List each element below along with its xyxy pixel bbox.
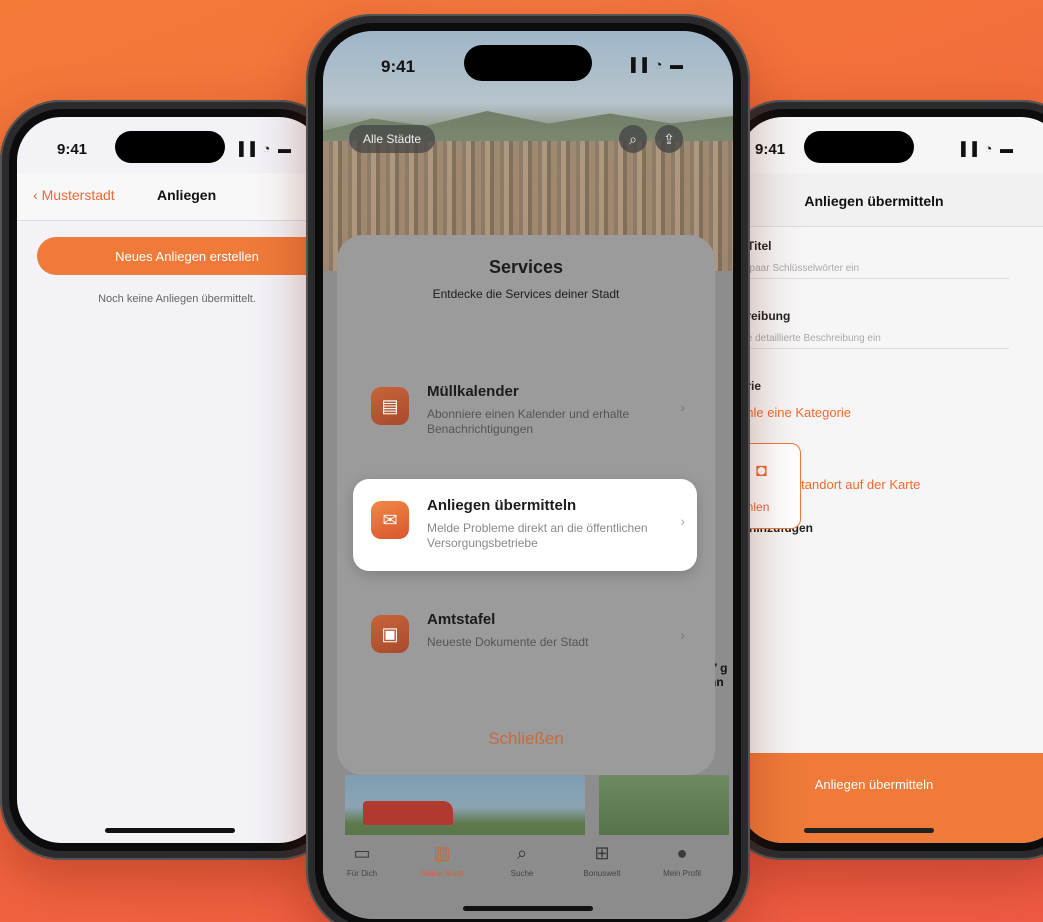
dynamic-island <box>464 45 592 81</box>
megaphone-icon: ✉ <box>371 501 409 539</box>
home-indicator <box>463 906 593 911</box>
status-icons: ▐▐ ◔ ▬ <box>234 141 293 156</box>
sheet-title: Services <box>488 257 564 277</box>
home-indicator <box>804 828 934 833</box>
phone-center-bezel: 9:41 ▐▐ ◔ ▬ Alle Städte ⌕ ⇪ r’ g nn Serv… <box>315 23 741 922</box>
chevron-left-icon: ‹ <box>33 187 42 203</box>
profile-icon: ● <box>676 843 688 863</box>
gift-icon: ⊞ <box>594 843 610 863</box>
service-item-anliegen[interactable]: ✉ Anliegen übermitteln Melde Probleme di… <box>353 479 697 571</box>
chevron-right-icon: › <box>680 513 685 529</box>
category-select[interactable]: ähle eine Kategorie <box>739 405 851 420</box>
tab-bonuswelt[interactable]: ⊞ Bonuswelt <box>567 843 637 878</box>
phone-right-screen: 9:41 ▐▐ ◔ ▬ Anliegen übermitteln r Titel… <box>739 117 1043 843</box>
submit-label: Anliegen übermitteln <box>814 777 934 792</box>
briefcase-icon: ▣ <box>371 615 409 653</box>
tab-label: Mein Profil <box>663 869 701 878</box>
phone-center: 9:41 ▐▐ ◔ ▬ Alle Städte ⌕ ⇪ r’ g nn Serv… <box>306 14 750 922</box>
phone-left-bezel: 9:41 ▐▐ ◔ ▬ ‹ Musterstadt Anliegen Neues… <box>9 109 331 851</box>
service-title: Müllkalender <box>427 383 519 400</box>
services-sheet: Services Entdecke die Services deiner St… <box>337 235 715 775</box>
status-time: 9:41 <box>57 141 88 158</box>
tab-fuer-dich[interactable]: ▭ Für Dich <box>327 843 397 878</box>
service-item-amtstafel[interactable]: ▣ Amtstafel Neueste Dokumente der Stadt … <box>353 593 697 685</box>
close-button[interactable]: Schließen <box>337 729 715 749</box>
status-time: 9:41 <box>755 141 786 158</box>
dynamic-island <box>115 131 225 163</box>
description-input[interactable]: ine detaillierte Beschreibung ein <box>739 333 1009 349</box>
city-icon: ▥ <box>433 843 451 863</box>
empty-state-text: Noch keine Anliegen übermittelt. <box>98 293 256 305</box>
search-button[interactable]: ⌕ <box>619 125 647 153</box>
chevron-right-icon: › <box>680 627 685 643</box>
tab-label: Meine Stadt <box>420 869 464 878</box>
phone-left: 9:41 ▐▐ ◔ ▬ ‹ Musterstadt Anliegen Neues… <box>0 100 340 860</box>
search-icon: ⌕ <box>516 843 528 863</box>
status-icons: ▐▐ ◔ ▬ <box>956 141 1015 156</box>
service-title: Anliegen übermitteln <box>427 497 577 514</box>
tab-label: Für Dich <box>346 869 378 878</box>
tab-label: Bonuswelt <box>583 869 621 878</box>
camera-icon: ◘ <box>756 460 767 480</box>
sheet-subtitle: Entdecke die Services deiner Stadt <box>432 287 620 301</box>
inbox-icon: ▭ <box>353 843 371 863</box>
status-icons: ▐▐ ◔ ▬ <box>626 57 685 72</box>
page-title: Anliegen übermitteln <box>804 193 944 209</box>
back-label: Musterstadt <box>41 187 115 203</box>
service-description: Melde Probleme direkt an die öffentliche… <box>427 521 648 550</box>
home-indicator <box>105 828 235 833</box>
trash-calendar-icon: ▤ <box>371 387 409 425</box>
status-time: 9:41 <box>381 57 416 76</box>
tab-mein-profil[interactable]: ● Mein Profil <box>647 843 717 878</box>
nav-bar: Anliegen übermitteln <box>739 173 1043 227</box>
page-title: Anliegen <box>157 187 217 203</box>
tab-meine-stadt[interactable]: ▥ Meine Stadt <box>407 843 477 878</box>
phone-center-screen: 9:41 ▐▐ ◔ ▬ Alle Städte ⌕ ⇪ r’ g nn Serv… <box>323 31 733 919</box>
new-request-button[interactable]: Neues Anliegen erstellen <box>37 237 323 275</box>
phone-right-bezel: 9:41 ▐▐ ◔ ▬ Anliegen übermitteln r Titel… <box>731 109 1043 851</box>
tab-label: Suche <box>510 869 534 878</box>
phone-left-screen: 9:41 ▐▐ ◔ ▬ ‹ Musterstadt Anliegen Neues… <box>17 117 323 843</box>
service-description: Abonniere einen Kalender und erhalte Ben… <box>427 407 630 436</box>
title-input[interactable]: in paar Schlüsselwörter ein <box>739 263 1009 279</box>
service-description: Neueste Dokumente der Stadt <box>427 635 589 649</box>
tab-suche[interactable]: ⌕ Suche <box>487 843 557 878</box>
share-icon: ⇪ <box>663 130 675 147</box>
search-icon: ⌕ <box>629 130 637 147</box>
all-cities-chip[interactable]: Alle Städte <box>349 125 436 153</box>
chevron-right-icon: › <box>680 399 685 415</box>
service-title: Amtstafel <box>427 611 496 628</box>
dynamic-island <box>804 131 914 163</box>
back-button[interactable]: ‹ Musterstadt <box>33 187 115 203</box>
nav-bar: ‹ Musterstadt Anliegen <box>17 173 323 221</box>
share-button[interactable]: ⇪ <box>655 125 683 153</box>
train-graphic <box>363 801 453 825</box>
service-item-muellkalender[interactable]: ▤ Müllkalender Abonniere einen Kalender … <box>353 365 697 457</box>
phone-right: 9:41 ▐▐ ◔ ▬ Anliegen übermitteln r Titel… <box>722 100 1043 860</box>
